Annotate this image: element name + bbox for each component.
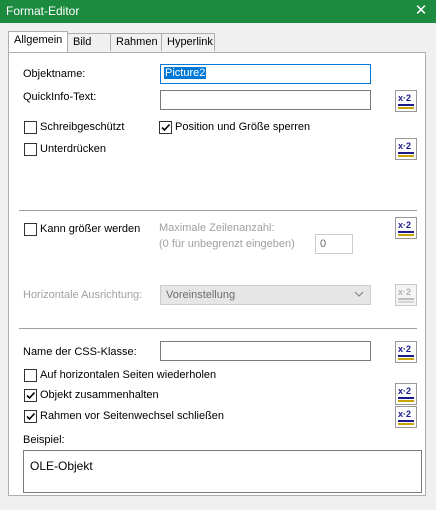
formula-icon: x·2 <box>395 138 417 160</box>
formula-button-close-border[interactable]: x·2 <box>395 406 417 428</box>
checkmark-icon <box>161 123 171 132</box>
example-preview: OLE-Objekt <box>23 450 422 493</box>
repeat-checkbox[interactable] <box>24 369 37 382</box>
css-class-input[interactable] <box>160 341 371 361</box>
max-lines-value: 0 <box>320 238 327 250</box>
readonly-checkbox[interactable] <box>24 121 37 134</box>
tab-bild[interactable]: Bild <box>67 33 111 51</box>
formula-button-keep-together[interactable]: x·2 <box>395 383 417 405</box>
can-grow-label: Kann größer werden <box>40 223 141 235</box>
formula-icon: x·2 <box>395 406 417 428</box>
formula-button-alignment[interactable]: x·2 <box>395 284 417 306</box>
svg-text:x·2: x·2 <box>398 344 411 354</box>
example-text: OLE-Objekt <box>30 459 93 473</box>
checkmark-icon <box>26 391 36 400</box>
quickinfo-input[interactable] <box>160 90 371 110</box>
close-border-label: Rahmen vor Seitenwechsel schließen <box>40 410 225 422</box>
object-name-input[interactable]: Picture2 <box>160 64 371 84</box>
can-grow-checkbox[interactable] <box>24 223 37 236</box>
svg-text:x·2: x·2 <box>398 287 411 297</box>
checkmark-icon <box>26 412 36 421</box>
svg-text:x·2: x·2 <box>398 141 411 151</box>
window-title: Format-Editor <box>6 4 80 18</box>
suppress-label: Unterdrücken <box>40 143 107 155</box>
object-name-value: Picture2 <box>164 67 207 79</box>
alignment-value: Voreinstellung <box>166 289 236 301</box>
example-label: Beispiel: <box>23 434 65 446</box>
chevron-down-icon <box>354 288 364 303</box>
keep-together-label: Objekt zusammenhalten <box>40 389 159 401</box>
svg-text:x·2: x·2 <box>398 386 411 396</box>
formula-button-grow[interactable]: x·2 <box>395 217 417 239</box>
formula-button-suppress[interactable]: x·2 <box>395 138 417 160</box>
object-name-label: Objektname: <box>23 68 86 80</box>
keep-together-checkbox[interactable] <box>24 389 37 402</box>
tab-allgemein[interactable]: Allgemein <box>8 31 68 52</box>
tab-panel-allgemein: Objektname: Picture2 QuickInfo-Text: x·2… <box>8 52 426 496</box>
formula-button-quickinfo[interactable]: x·2 <box>395 90 417 112</box>
svg-text:x·2: x·2 <box>398 93 411 103</box>
formula-icon-disabled: x·2 <box>395 284 417 306</box>
formula-icon: x·2 <box>395 90 417 112</box>
lock-position-checkbox[interactable] <box>159 121 172 134</box>
svg-text:x·2: x·2 <box>398 220 411 230</box>
formula-icon: x·2 <box>395 383 417 405</box>
tab-hyperlink[interactable]: Hyperlink <box>161 33 215 51</box>
quickinfo-label: QuickInfo-Text: <box>23 91 97 103</box>
max-lines-hint: (0 für unbegrenzt eingeben) <box>159 238 295 250</box>
formula-button-css[interactable]: x·2 <box>395 341 417 363</box>
readonly-label: Schreibgeschützt <box>40 121 125 133</box>
tab-rahmen[interactable]: Rahmen <box>110 33 162 51</box>
formula-icon: x·2 <box>395 217 417 239</box>
svg-text:x·2: x·2 <box>398 409 411 419</box>
close-border-checkbox[interactable] <box>24 410 37 423</box>
formula-icon: x·2 <box>395 341 417 363</box>
repeat-label: Auf horizontalen Seiten wiederholen <box>40 369 217 381</box>
alignment-label: Horizontale Ausrichtung: <box>23 289 143 301</box>
title-bar: Format-Editor ✕ <box>0 0 436 23</box>
separator <box>19 328 417 330</box>
css-class-label: Name der CSS-Klasse: <box>23 346 137 358</box>
lock-position-label: Position und Größe sperren <box>175 121 311 133</box>
close-icon[interactable]: ✕ <box>406 0 436 23</box>
alignment-dropdown[interactable]: Voreinstellung <box>160 285 371 305</box>
suppress-checkbox[interactable] <box>24 143 37 156</box>
max-lines-input[interactable]: 0 <box>315 234 353 254</box>
max-lines-label: Maximale Zeilenanzahl: <box>159 222 275 234</box>
separator <box>19 210 417 212</box>
